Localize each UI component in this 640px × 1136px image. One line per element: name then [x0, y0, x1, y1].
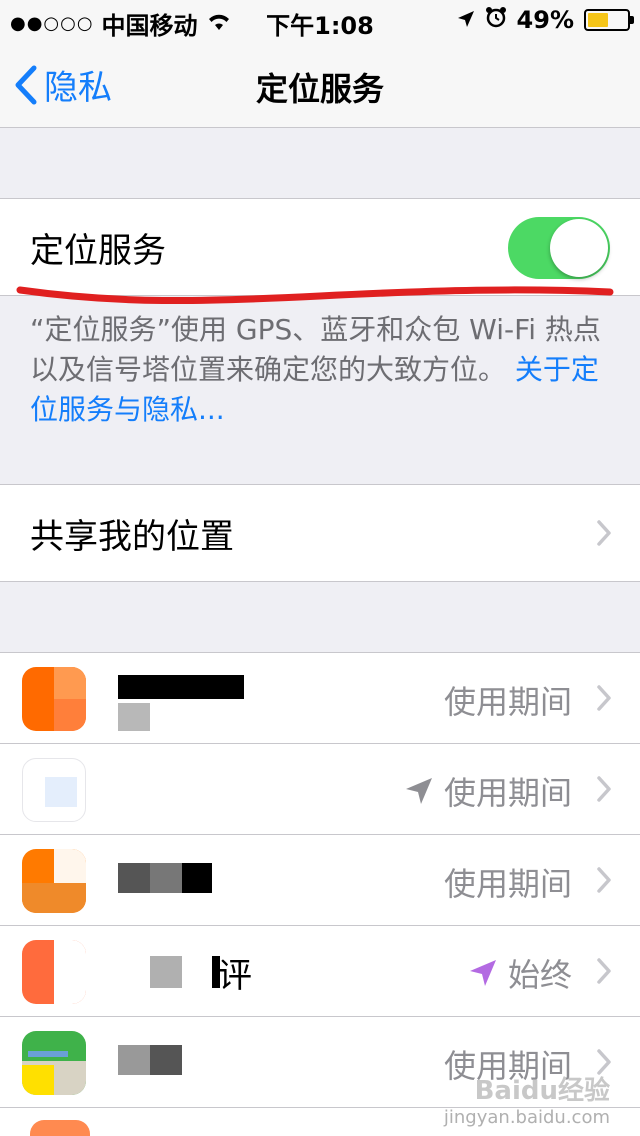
chevron-right-icon [597, 685, 611, 711]
battery-icon [584, 9, 634, 31]
watermark-url: jingyan.baidu.com [443, 1107, 610, 1128]
share-location-label: 共享我的位置 [30, 516, 234, 557]
watermark: Baidu经验 jingyan.baidu.com [444, 1070, 610, 1128]
app-status: 使用期间 [444, 859, 572, 905]
watermark-logo: Baidu经验 [474, 1076, 610, 1106]
location-services-row: 定位服务 [0, 199, 640, 295]
app-row[interactable]: 使用期间 [0, 744, 640, 835]
app-list: 使用期间 使用期间 使用期间 评 始终 使用期间 [0, 652, 640, 1136]
battery-percent: 49% [516, 6, 574, 34]
location-services-description: “定位服务”使用 GPS、蓝牙和众包 Wi-Fi 热点以及信号塔位置来确定您的大… [30, 310, 610, 430]
status-text: 使用期间 [443, 774, 572, 812]
status-text: 使用期间 [443, 865, 572, 903]
app-name: 评 [218, 956, 252, 996]
chevron-right-icon [597, 867, 611, 893]
alarm-icon [485, 6, 507, 34]
app-row[interactable]: 评 始终 [0, 926, 640, 1017]
chevron-right-icon [597, 520, 611, 546]
app-icon [22, 758, 86, 822]
location-services-group: 定位服务 [0, 198, 640, 296]
app-status: 始终 [468, 950, 572, 996]
status-bar: ●●○○○ 中国移动 下午1:08 49% [0, 0, 640, 40]
app-icon [22, 940, 86, 1004]
navigation-bar: 隐私 定位服务 [0, 40, 640, 128]
page-title: 定位服务 [255, 70, 384, 108]
share-location-group: 共享我的位置 [0, 484, 640, 582]
status-right: 49% [457, 6, 634, 34]
location-services-label: 定位服务 [30, 230, 166, 271]
location-arrow-icon [469, 960, 496, 986]
app-status: 使用期间 [444, 677, 572, 723]
location-arrow-icon [405, 778, 432, 804]
app-row[interactable]: 使用期间 [0, 653, 640, 744]
chevron-right-icon [597, 958, 611, 984]
app-icon [30, 1120, 90, 1136]
app-icon [22, 1031, 86, 1095]
location-arrow-icon [457, 6, 475, 34]
location-services-toggle[interactable] [508, 217, 610, 279]
app-icon [22, 849, 86, 913]
app-status: 使用期间 [404, 768, 572, 814]
status-text: 始终 [507, 956, 572, 994]
status-text: 使用期间 [443, 683, 572, 721]
share-location-row[interactable]: 共享我的位置 [0, 485, 640, 581]
app-row[interactable]: 使用期间 [0, 835, 640, 926]
app-icon [22, 667, 86, 731]
red-underline-annotation [16, 286, 614, 305]
toggle-knob [550, 219, 608, 277]
chevron-right-icon [597, 776, 611, 802]
